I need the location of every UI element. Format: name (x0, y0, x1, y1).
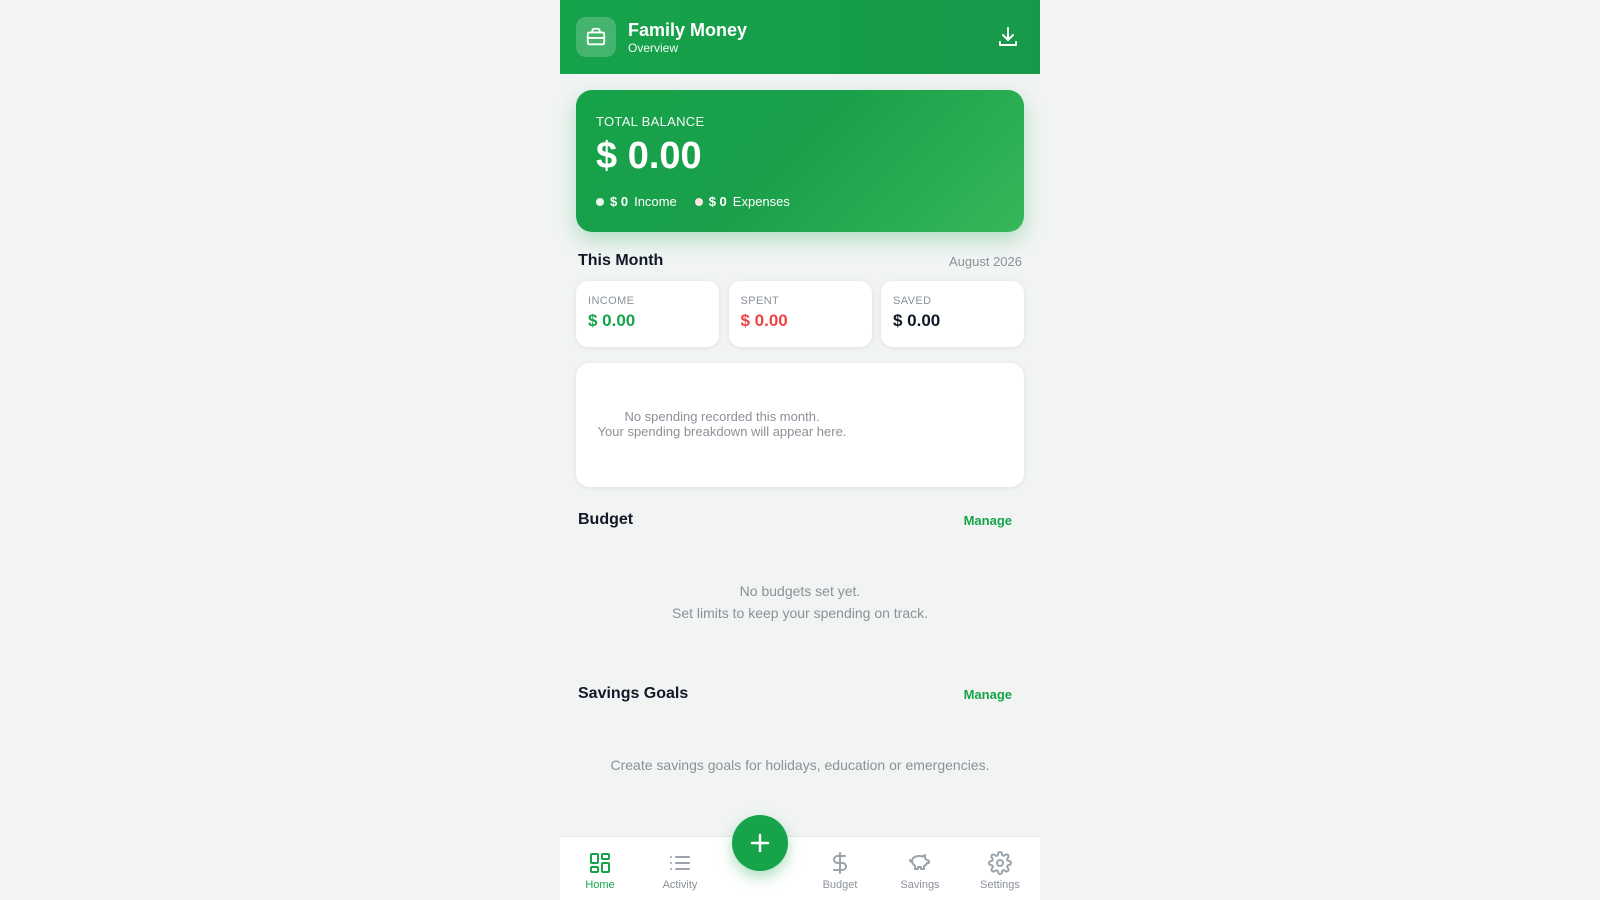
nav-label-budget: Budget (822, 879, 858, 891)
budget-header: Budget Manage (578, 511, 1022, 529)
nav-item-activity[interactable]: Activity (640, 851, 720, 891)
stat-card-income: INCOME $ 0.00 (576, 281, 719, 347)
stat-label: INCOME (588, 295, 635, 307)
balance-label: TOTAL BALANCE (596, 114, 705, 129)
income-dot (596, 197, 604, 206)
savings-header: Savings Goals Manage (578, 685, 1022, 703)
nav-item-savings[interactable]: Savings (880, 851, 960, 891)
app-screen: Family Money Overview TOTAL BALANCE $ 0.… (560, 0, 1040, 900)
dollar-icon (833, 852, 847, 874)
nav-label-activity: Activity (662, 879, 698, 891)
budget-empty-line2: Set limits to keep your spending on trac… (671, 605, 929, 621)
add-transaction-button[interactable] (732, 815, 788, 871)
stat-value: $ 0.00 (893, 311, 941, 330)
income-summary-value: $ 0 (610, 194, 629, 209)
balance-amount: $ 0.00 (596, 135, 702, 177)
income-summary: $ 0 Income (596, 194, 677, 209)
piggy-bank-icon (909, 854, 930, 870)
section-title-budget: Budget (578, 511, 634, 528)
monthly-stats: INCOME $ 0.00 SPENT $ 0.00 SAVED $ 0.00 (576, 281, 1024, 347)
section-title-this-month: This Month (578, 252, 664, 269)
spending-empty-message: No spending recorded this month. Your sp… (592, 409, 852, 439)
income-summary-label: Income (634, 194, 677, 209)
stat-label: SPENT (740, 295, 780, 307)
savings-manage-link[interactable]: Manage (964, 687, 1012, 702)
briefcase-icon (576, 17, 616, 57)
savings-empty-message: Create savings goals for holidays, educa… (610, 757, 990, 773)
expense-summary: $ 0 Expenses (694, 194, 790, 209)
this-month-header: This Month August 2026 (578, 252, 1022, 270)
plus-icon (750, 833, 770, 853)
expense-summary-label: Expenses (732, 194, 790, 209)
page-subtitle: Overview (628, 41, 679, 55)
budget-manage-link[interactable]: Manage (964, 513, 1012, 528)
nav-item-budget[interactable]: Budget (800, 851, 880, 891)
app-header: Family Money Overview (560, 0, 1040, 74)
nav-label-settings: Settings (980, 879, 1020, 891)
app-title: Family Money (628, 20, 748, 40)
spending-breakdown-card: No spending recorded this month. Your sp… (576, 363, 1024, 487)
download-icon[interactable] (996, 25, 1020, 49)
section-title-savings: Savings Goals (578, 685, 689, 702)
spending-empty-line2: Your spending breakdown will appear here… (597, 424, 847, 439)
gear-icon (988, 851, 1012, 875)
nav-item-home[interactable]: Home (560, 851, 640, 891)
balance-summary: $ 0 Income $ 0 Expenses (596, 194, 808, 209)
nav-label-home: Home (585, 879, 615, 891)
expense-dot (694, 197, 703, 206)
stat-value: $ 0.00 (740, 311, 788, 330)
header-text: Family Money Overview (628, 19, 747, 55)
stat-card-spent: SPENT $ 0.00 (728, 281, 872, 347)
stat-card-saved: SAVED $ 0.00 (881, 281, 1024, 347)
stat-value: $ 0.00 (588, 311, 636, 330)
stat-label: SAVED (893, 295, 932, 307)
nav-label-savings: Savings (900, 879, 940, 891)
budget-empty-line1: No budgets set yet. (739, 583, 861, 599)
month-date: August 2026 (948, 253, 1022, 269)
total-balance-card: TOTAL BALANCE $ 0.00 $ 0 Income $ 0 Expe… (576, 90, 1024, 232)
spending-empty-line1: No spending recorded this month. (624, 409, 820, 424)
list-icon (670, 856, 690, 870)
grid-icon (590, 853, 610, 873)
budget-empty-message: No budgets set yet. Set limits to keep y… (560, 580, 1040, 624)
nav-item-settings[interactable]: Settings (960, 851, 1040, 891)
expense-summary-value: $ 0 (708, 194, 727, 209)
bottom-nav: Home Activity Budget Savings Settings (560, 836, 1040, 900)
